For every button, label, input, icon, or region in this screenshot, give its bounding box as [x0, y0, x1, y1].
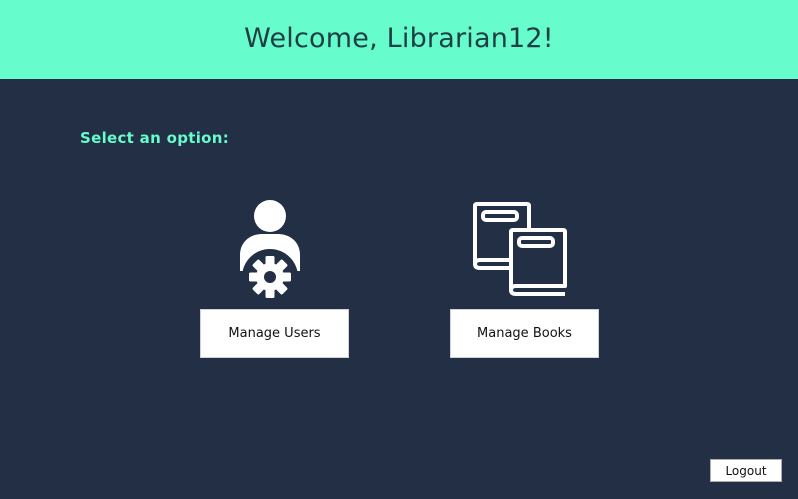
user-gear-icon	[234, 199, 306, 305]
books-icon	[471, 200, 571, 297]
logout-button[interactable]: Logout	[710, 459, 782, 482]
header-bar: Welcome, Librarian12!	[0, 0, 798, 79]
manage-users-button[interactable]: Manage Users	[200, 309, 349, 358]
select-option-prompt: Select an option:	[80, 129, 230, 147]
welcome-title: Welcome, Librarian12!	[244, 23, 554, 54]
manage-books-button[interactable]: Manage Books	[450, 309, 599, 358]
